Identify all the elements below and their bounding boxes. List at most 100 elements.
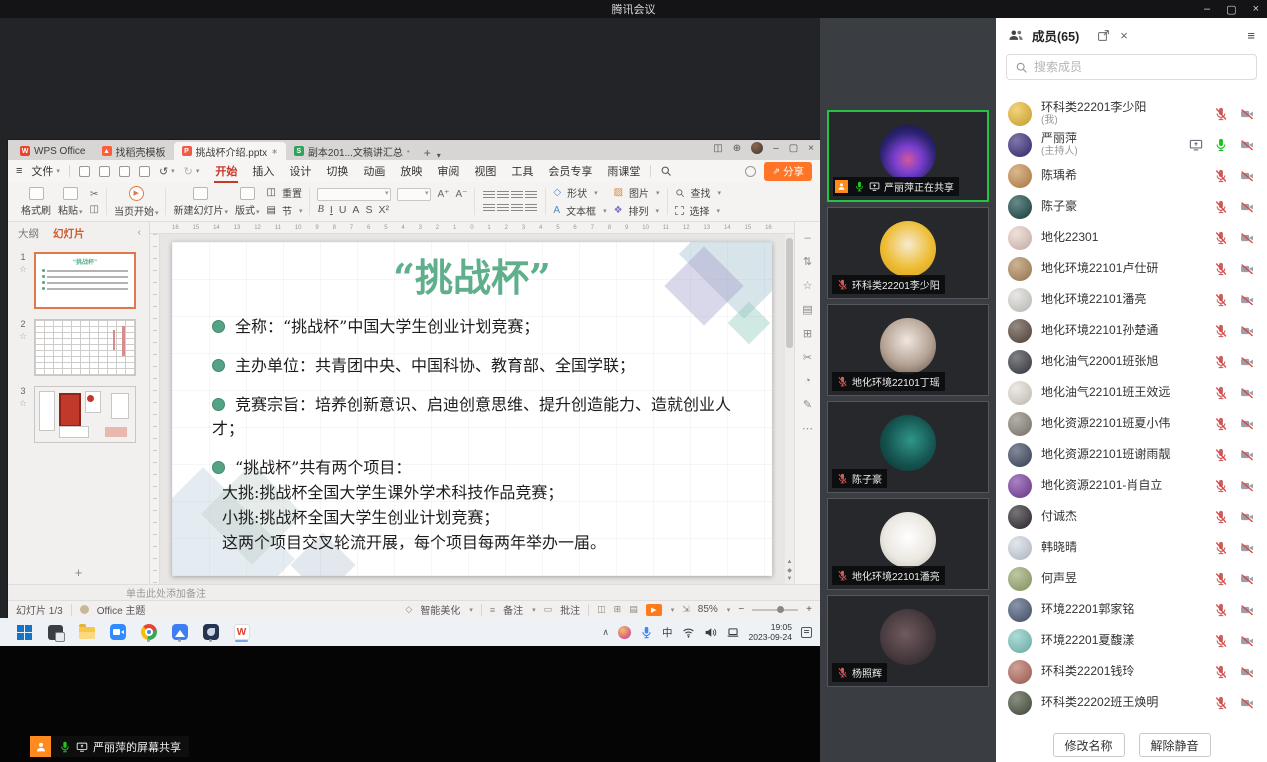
menu-item[interactable]: 插入 — [251, 161, 275, 181]
comments-button[interactable]: 批注 — [560, 602, 580, 617]
mic-muted-icon[interactable] — [1214, 572, 1228, 586]
font-style-button[interactable]: A — [352, 204, 359, 216]
star-icon[interactable]: ☆ — [19, 264, 27, 275]
battery-device-icon[interactable] — [726, 626, 740, 639]
panel-menu-icon[interactable]: ≡ — [1247, 28, 1255, 43]
camera-off-icon[interactable] — [1239, 510, 1255, 524]
camera-off-icon[interactable] — [1239, 386, 1255, 400]
member-row[interactable]: 何声昱 — [996, 563, 1267, 594]
member-row[interactable]: 地化资源22101班谢雨靓 — [996, 439, 1267, 470]
font-size-select[interactable] — [397, 188, 431, 201]
clock[interactable]: 19:05 2023-09-24 — [749, 622, 792, 642]
camera-off-icon[interactable] — [1239, 665, 1255, 679]
member-row[interactable]: 地化环境22101卢仕研 — [996, 253, 1267, 284]
camera-off-icon[interactable] — [1239, 572, 1255, 586]
slide-thumbnail-1[interactable]: “挑战杯” — [34, 252, 136, 309]
section-button[interactable]: ▤节▾ — [267, 203, 303, 218]
star-icon[interactable]: ☆ — [19, 331, 27, 342]
decrease-font-icon[interactable]: A⁻ — [455, 189, 467, 200]
camera-off-icon[interactable] — [1239, 417, 1255, 431]
member-row[interactable]: 陈瑀希 — [996, 160, 1267, 191]
new-slide-button[interactable]: 新建幻灯片▾ — [173, 187, 228, 217]
collapse-panel-icon[interactable]: ‹ — [138, 227, 141, 238]
document-tab[interactable]: W WPS Office — [12, 142, 94, 160]
mic-muted-icon[interactable] — [1214, 603, 1228, 617]
close-button[interactable]: × — [1253, 3, 1259, 15]
video-tile[interactable]: 地化环境22101潘亮 — [827, 498, 989, 590]
mic-on-icon[interactable] — [1214, 138, 1228, 152]
slide-nav-icon[interactable]: ◆ — [787, 567, 792, 574]
wps-account-avatar[interactable] — [751, 142, 763, 154]
slide-panel-tab[interactable]: 幻灯片 — [53, 226, 85, 241]
mic-muted-icon[interactable] — [1214, 200, 1228, 214]
font-style-button[interactable]: X² — [378, 204, 389, 216]
file-menu[interactable]: 文件 — [31, 163, 53, 179]
search-icon[interactable] — [660, 165, 672, 177]
undo-caret[interactable]: ▾ — [171, 167, 175, 175]
layout-button[interactable]: 版式▾ — [235, 187, 260, 217]
member-row[interactable]: 地化油气22001班张旭 — [996, 346, 1267, 377]
slide-thumbnail-3[interactable] — [34, 386, 136, 443]
find-button[interactable]: 查找▾ — [675, 185, 722, 200]
blue-app-icon[interactable] — [171, 622, 188, 642]
member-row[interactable]: 地化环境22101孙楚通 — [996, 315, 1267, 346]
arrange-button[interactable]: ❖ 排列▾ — [614, 203, 660, 218]
mic-muted-icon[interactable] — [1214, 386, 1228, 400]
start-button[interactable] — [16, 622, 33, 642]
popout-panel-icon[interactable] — [1097, 29, 1110, 42]
zoom-in-button[interactable]: + — [806, 604, 812, 615]
camera-off-icon[interactable] — [1239, 200, 1255, 214]
preview-icon[interactable] — [139, 166, 150, 177]
paste-button[interactable]: 粘贴▾ — [58, 187, 83, 217]
ime-indicator[interactable]: 中 — [662, 625, 673, 640]
mic-muted-icon[interactable] — [1214, 541, 1228, 555]
notes-button[interactable]: 备注 — [503, 602, 523, 617]
mic-muted-icon[interactable] — [1214, 324, 1228, 338]
video-tile[interactable]: 严丽萍正在共享 — [827, 110, 989, 202]
undo-icon[interactable]: ↺ — [159, 165, 168, 178]
member-row[interactable]: 环科类22202班王焕明 — [996, 687, 1267, 718]
member-row[interactable]: 地化资源22101班夏小伟 — [996, 408, 1267, 439]
theme-label[interactable]: Office 主题 — [97, 602, 146, 617]
slide-thumb-row[interactable]: 3 ☆ — [16, 386, 143, 443]
menu-item[interactable]: 切换 — [325, 161, 349, 181]
textbox-button[interactable]: A 文本框▾ — [553, 203, 606, 218]
camera-off-icon[interactable] — [1239, 324, 1255, 338]
star-icon[interactable]: ☆ — [19, 398, 27, 409]
copy-icon[interactable]: ◫ — [90, 204, 99, 215]
video-tile[interactable]: 环科类22201李少阳 — [827, 207, 989, 299]
align-left-icon[interactable] — [483, 204, 495, 213]
tencent-meeting-icon[interactable] — [109, 622, 126, 642]
slide-thumb-row[interactable]: 1 ☆ “挑战杯” — [16, 252, 143, 309]
resources-icon[interactable]: ▤ — [802, 303, 812, 316]
slide-thumb-row[interactable]: 2 ☆ — [16, 319, 143, 376]
mic-muted-icon[interactable] — [1214, 417, 1228, 431]
grid-icon[interactable]: ⊞ — [803, 327, 812, 340]
member-row[interactable]: 韩晓晴 — [996, 532, 1267, 563]
upload-cloud-icon[interactable] — [745, 166, 756, 177]
align-center-icon[interactable] — [497, 204, 509, 213]
video-tile[interactable]: 地化环境22101丁瑶 — [827, 304, 989, 396]
volume-icon[interactable] — [704, 626, 717, 639]
wps-share-button[interactable]: ⇗ 分享 — [764, 162, 812, 181]
normal-view-icon[interactable]: ◫ — [597, 604, 606, 615]
shapes-button[interactable]: ◇ 形状▾ — [553, 185, 606, 200]
member-row[interactable]: 环境22201夏馥漾 — [996, 625, 1267, 656]
picture-button[interactable]: ▨ 图片▾ — [614, 185, 660, 200]
wps-taskbar-icon[interactable]: W — [233, 622, 250, 642]
start-from-page-button[interactable]: ▶ 当页开始▾ — [114, 186, 159, 218]
slide-panel-tab[interactable]: 大纲 — [18, 226, 39, 241]
slideshow-button[interactable]: ▶ — [646, 604, 662, 616]
mic-muted-icon[interactable] — [1214, 107, 1228, 121]
member-row[interactable]: 严丽萍 (主持人) — [996, 129, 1267, 160]
camera-off-icon[interactable] — [1239, 107, 1255, 121]
font-style-button[interactable]: B — [317, 204, 323, 215]
maximize-button[interactable]: ▢ — [1226, 3, 1236, 16]
tray-mic-icon[interactable] — [640, 626, 653, 639]
hamburger-icon[interactable]: ≡ — [16, 165, 22, 177]
mic-muted-icon[interactable] — [1214, 479, 1228, 493]
reset-button[interactable]: ◫重置 — [267, 185, 303, 200]
member-row[interactable]: 付诚杰 — [996, 501, 1267, 532]
member-row[interactable]: 地化资源22101-肖自立 — [996, 470, 1267, 501]
mic-muted-icon[interactable] — [1214, 634, 1228, 648]
